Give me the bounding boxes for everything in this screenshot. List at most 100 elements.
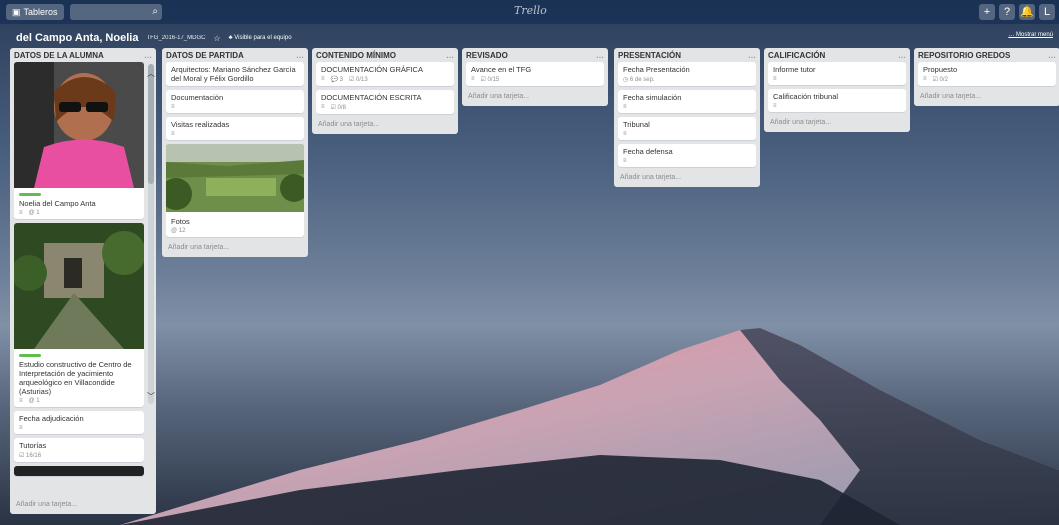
card-tribunal[interactable]: Tribunal ≡ [618, 117, 756, 140]
description-icon: ≡ [471, 76, 475, 82]
card-propuesto[interactable]: Propuesto ≡ ☑ 0/2 [918, 62, 1056, 86]
card-doc-escrita[interactable]: DOCUMENTACIÓN ESCRITA ≡ ☑ 0/8 [316, 90, 454, 114]
description-icon: ≡ [923, 76, 927, 82]
description-icon: ≡ [19, 425, 23, 431]
board-visibility[interactable]: ♣ Visible para el equipo [229, 35, 292, 41]
list-header[interactable]: CALIFICACIÓN … [768, 48, 906, 62]
building-image [14, 223, 144, 349]
card-title: Fecha Presentación [623, 65, 690, 74]
add-card-link[interactable]: Añadir una tarjeta... [166, 241, 304, 257]
due-date-badge: ◷ 6 de sep. [623, 77, 655, 83]
list-contenido-minimo: CONTENIDO MÍNIMO … DOCUMENTACIÓN GRÁFICA… [312, 48, 458, 134]
list-header[interactable]: DATOS DE PARTIDA … [166, 48, 304, 62]
add-card-link[interactable]: Añadir una tarjeta... [918, 90, 1056, 106]
add-card-link[interactable]: Añadir una tarjeta... [316, 118, 454, 134]
list-header[interactable]: PRESENTACIÓN … [618, 48, 756, 62]
portrait-image [14, 62, 144, 188]
list-scrollbar[interactable]: ︿ ﹀ [147, 64, 155, 404]
info-button[interactable]: ? [999, 4, 1015, 20]
card-title: Propuesto [923, 65, 958, 74]
star-icon[interactable]: ☆ [213, 34, 220, 43]
description-icon: ≡ [623, 158, 627, 164]
description-icon: ≡ [171, 104, 175, 110]
card-title: Fecha adjudicación [19, 414, 84, 423]
add-card-link[interactable]: Añadir una tarjeta... [768, 116, 906, 132]
card-arquitectos[interactable]: Arquitectos: Mariano Sánchez García del … [166, 62, 304, 86]
list-title: REPOSITORIO GREDOS [918, 50, 1011, 60]
card-cover-photo [14, 223, 144, 351]
trello-logo[interactable]: Trello [514, 4, 547, 17]
add-card-link[interactable]: Añadir una tarjeta... [618, 171, 756, 187]
card-fecha-adjudicacion[interactable]: Fecha adjudicación ≡ [14, 411, 144, 434]
chevron-down-icon[interactable]: ﹀ [147, 391, 155, 402]
list-title: REVISADO [466, 50, 508, 60]
card-avance[interactable]: Avance en el TFG ≡ ☑ 0/15 [466, 62, 604, 86]
list-menu-icon[interactable]: … [296, 51, 304, 60]
checklist-badge: ☑ 0/15 [480, 77, 500, 83]
list-revisado: REVISADO … Avance en el TFG ≡ ☑ 0/15 Aña… [462, 48, 608, 106]
description-icon: ≡ [19, 398, 23, 404]
list-title: DATOS DE PARTIDA [166, 50, 244, 60]
card-fecha-defensa[interactable]: Fecha defensa ≡ [618, 144, 756, 167]
card-informe-tutor[interactable]: Informe tutor ≡ [768, 62, 906, 85]
card-title: Estudio constructivo de Centro de Interp… [19, 360, 132, 396]
add-button[interactable]: + [979, 4, 995, 20]
checklist-badge: ☑ 0/8 [330, 105, 346, 111]
card-fecha-simulacion[interactable]: Fecha simulación ≡ [618, 90, 756, 113]
card-estudio[interactable]: Estudio constructivo de Centro de Interp… [14, 223, 144, 407]
add-card-link[interactable]: Añadir una tarjeta... [466, 90, 604, 106]
card-label-green[interactable] [19, 354, 41, 357]
list-title: CALIFICACIÓN [768, 50, 826, 60]
list-presentacion: PRESENTACIÓN … Fecha Presentación ◷ 6 de… [614, 48, 760, 187]
card-title: Tribunal [623, 120, 650, 129]
card-title: DOCUMENTACIÓN ESCRITA [321, 93, 422, 102]
notifications-bell-icon[interactable]: 🔔 [1019, 4, 1035, 20]
list-header[interactable]: REVISADO … [466, 48, 604, 62]
card-visitas[interactable]: Visitas realizadas ≡ [166, 117, 304, 140]
list-header[interactable]: REPOSITORIO GREDOS … [918, 48, 1056, 62]
description-icon: ≡ [321, 76, 325, 82]
chevron-up-icon[interactable]: ︿ [147, 68, 155, 79]
card-partial[interactable] [14, 466, 144, 476]
card-tutorias[interactable]: Tutorías ☑ 16/16 [14, 438, 144, 462]
board-organization[interactable]: TFG_2016-17_MDGC [146, 35, 205, 41]
card-title: Calificación tribunal [773, 92, 839, 101]
boards-button[interactable]: ▣ Tableros [6, 4, 64, 20]
checklist-badge: ☑ 0/2 [932, 77, 948, 83]
list-header[interactable]: DATOS DE LA ALUMNA … [14, 48, 152, 62]
list-header[interactable]: CONTENIDO MÍNIMO … [316, 48, 454, 62]
boards-label: Tableros [23, 7, 58, 17]
search-input[interactable]: ⌕ [70, 4, 162, 20]
list-menu-icon[interactable]: … [144, 51, 152, 60]
card-title: Noelia del Campo Anta [19, 199, 96, 208]
list-datos-alumna: DATOS DE LA ALUMNA … Noelia del Campo An… [10, 48, 156, 514]
show-menu-link[interactable]: … Mostrar menú [1008, 32, 1053, 38]
card-calificacion-tribunal[interactable]: Calificación tribunal ≡ [768, 89, 906, 112]
card-label-green[interactable] [19, 193, 41, 196]
card-title: Fotos [171, 217, 190, 226]
board-title[interactable]: del Campo Anta, Noelia [16, 32, 138, 44]
card-title: Fecha simulación [623, 93, 682, 102]
card-noelia[interactable]: Noelia del Campo Anta ≡ @ 1 [14, 62, 144, 219]
search-icon: ⌕ [152, 6, 158, 17]
description-icon: ≡ [773, 76, 777, 82]
card-doc-grafica[interactable]: DOCUMENTACIÓN GRÁFICA ≡ 💬 3 ☑ 0/13 [316, 62, 454, 86]
scroll-thumb[interactable] [148, 64, 154, 184]
add-card-link[interactable]: Añadir una tarjeta... [14, 498, 79, 514]
list-title: CONTENIDO MÍNIMO [316, 50, 396, 60]
list-menu-icon[interactable]: … [596, 51, 604, 60]
checklist-badge: ☑ 16/16 [19, 453, 42, 459]
list-menu-icon[interactable]: … [898, 51, 906, 60]
card-fecha-presentacion[interactable]: Fecha Presentación ◷ 6 de sep. [618, 62, 756, 86]
list-calificacion: CALIFICACIÓN … Informe tutor ≡ Calificac… [764, 48, 910, 132]
list-title: PRESENTACIÓN [618, 50, 681, 60]
avatar[interactable]: L [1039, 4, 1055, 20]
description-icon: ≡ [171, 131, 175, 137]
checklist-badge: ☑ 0/13 [349, 77, 368, 83]
card-documentacion[interactable]: Documentación ≡ [166, 90, 304, 113]
list-menu-icon[interactable]: … [1048, 51, 1056, 60]
card-fotos[interactable]: Fotos @ 12 [166, 144, 304, 237]
list-menu-icon[interactable]: … [446, 51, 454, 60]
list-menu-icon[interactable]: … [748, 51, 756, 60]
top-bar: ▣ Tableros ⌕ Trello + ? 🔔 L [0, 0, 1059, 24]
